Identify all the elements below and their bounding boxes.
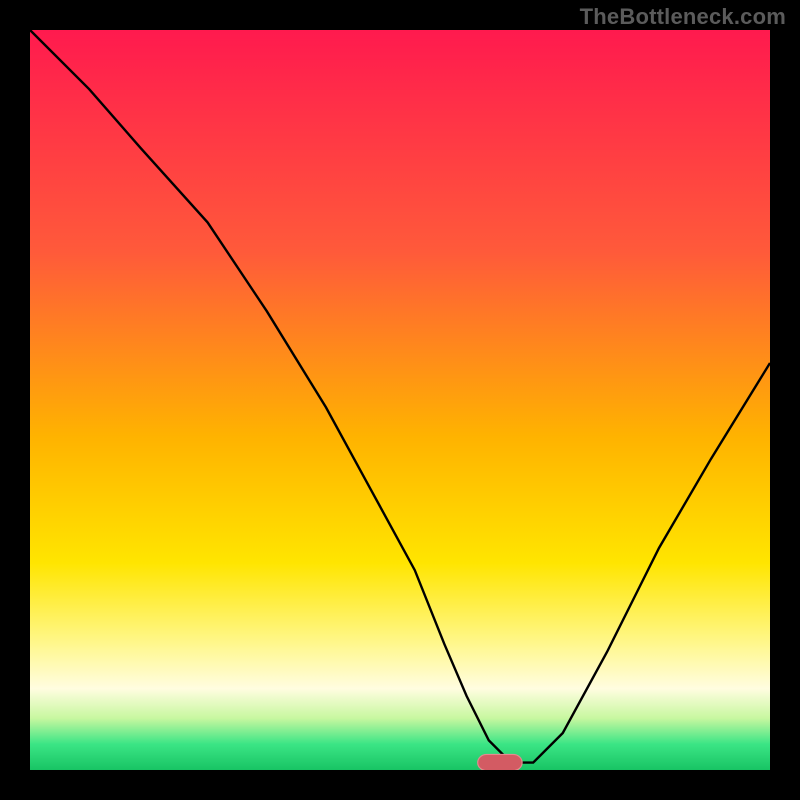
plot-area bbox=[30, 30, 770, 770]
optimal-marker bbox=[478, 754, 522, 770]
chart-svg bbox=[30, 30, 770, 770]
watermark-text: TheBottleneck.com bbox=[580, 4, 786, 30]
chart-frame: TheBottleneck.com bbox=[0, 0, 800, 800]
gradient-background bbox=[30, 30, 770, 770]
